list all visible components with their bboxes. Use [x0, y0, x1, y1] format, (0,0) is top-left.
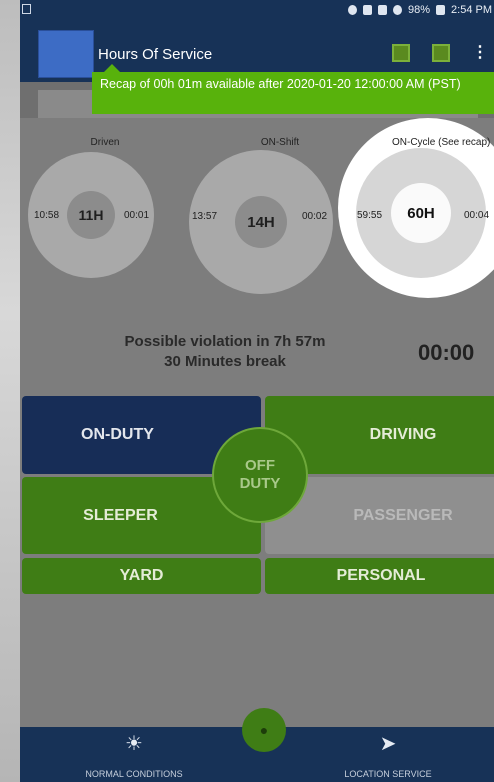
violation-notice: Possible violation in 7h 57m 30 Minutes …: [110, 332, 340, 372]
driven-used: 10:58: [34, 210, 60, 221]
clock: 2:54 PM: [451, 4, 492, 16]
break-timer: 00:00: [418, 340, 475, 365]
wifi-icon: [378, 5, 387, 15]
dnd-icon: [393, 5, 402, 15]
page-title: Hours Of Service: [98, 46, 213, 63]
violation-line: Possible violation in 7h 57m: [124, 333, 326, 350]
oncycle-label: ON-Cycle (See recap): [392, 137, 491, 148]
onshift-label: ON-Shift: [260, 137, 300, 148]
user-fab-button[interactable]: ●: [242, 708, 286, 752]
status-bar: 98% 2:54 PM: [20, 0, 494, 22]
location-off-icon: ➤: [379, 733, 397, 755]
location-icon: [348, 5, 357, 15]
onshift-gauge[interactable]: 14H: [189, 150, 333, 294]
truck-icon[interactable]: [432, 44, 450, 62]
onshift-used: 13:57: [192, 211, 218, 222]
notification-icon: [22, 4, 31, 14]
off-duty-button[interactable]: OFF DUTY: [212, 427, 308, 523]
driven-hours: 11H: [78, 207, 104, 223]
app-logo[interactable]: [38, 30, 94, 78]
more-menu-icon[interactable]: ⋮: [472, 44, 488, 62]
oncycle-remaining: 00:04: [464, 210, 490, 221]
oncycle-used: 59:55: [357, 210, 383, 221]
battery-icon: [436, 5, 446, 15]
recap-tooltip[interactable]: Recap of 00h 01m available after 2020-01…: [92, 64, 494, 114]
battery-level: 98%: [408, 4, 431, 16]
sun-icon: ☀: [125, 733, 143, 755]
personal-button[interactable]: PERSONAL: [265, 558, 494, 594]
location-service-tab[interactable]: ➤ LOCATION SERVICE: [308, 727, 468, 782]
yard-button[interactable]: YARD: [22, 558, 261, 594]
driven-label: Driven: [90, 137, 120, 148]
device-icon[interactable]: [392, 44, 410, 62]
background-strip: [0, 0, 20, 782]
onshift-hours: 14H: [247, 213, 275, 231]
normal-conditions-tab[interactable]: ☀ NORMAL CONDITIONS: [54, 727, 214, 782]
oncycle-hours: 60H: [391, 183, 451, 243]
break-line: 30 Minutes break: [164, 353, 286, 370]
user-icon: ●: [259, 722, 269, 738]
onshift-remaining: 00:02: [302, 211, 328, 222]
app-screen: 98% 2:54 PM Hours Of Service ⋮ Recap of …: [20, 0, 494, 782]
driven-remaining: 00:01: [124, 210, 150, 221]
bluetooth-icon: [363, 5, 372, 15]
